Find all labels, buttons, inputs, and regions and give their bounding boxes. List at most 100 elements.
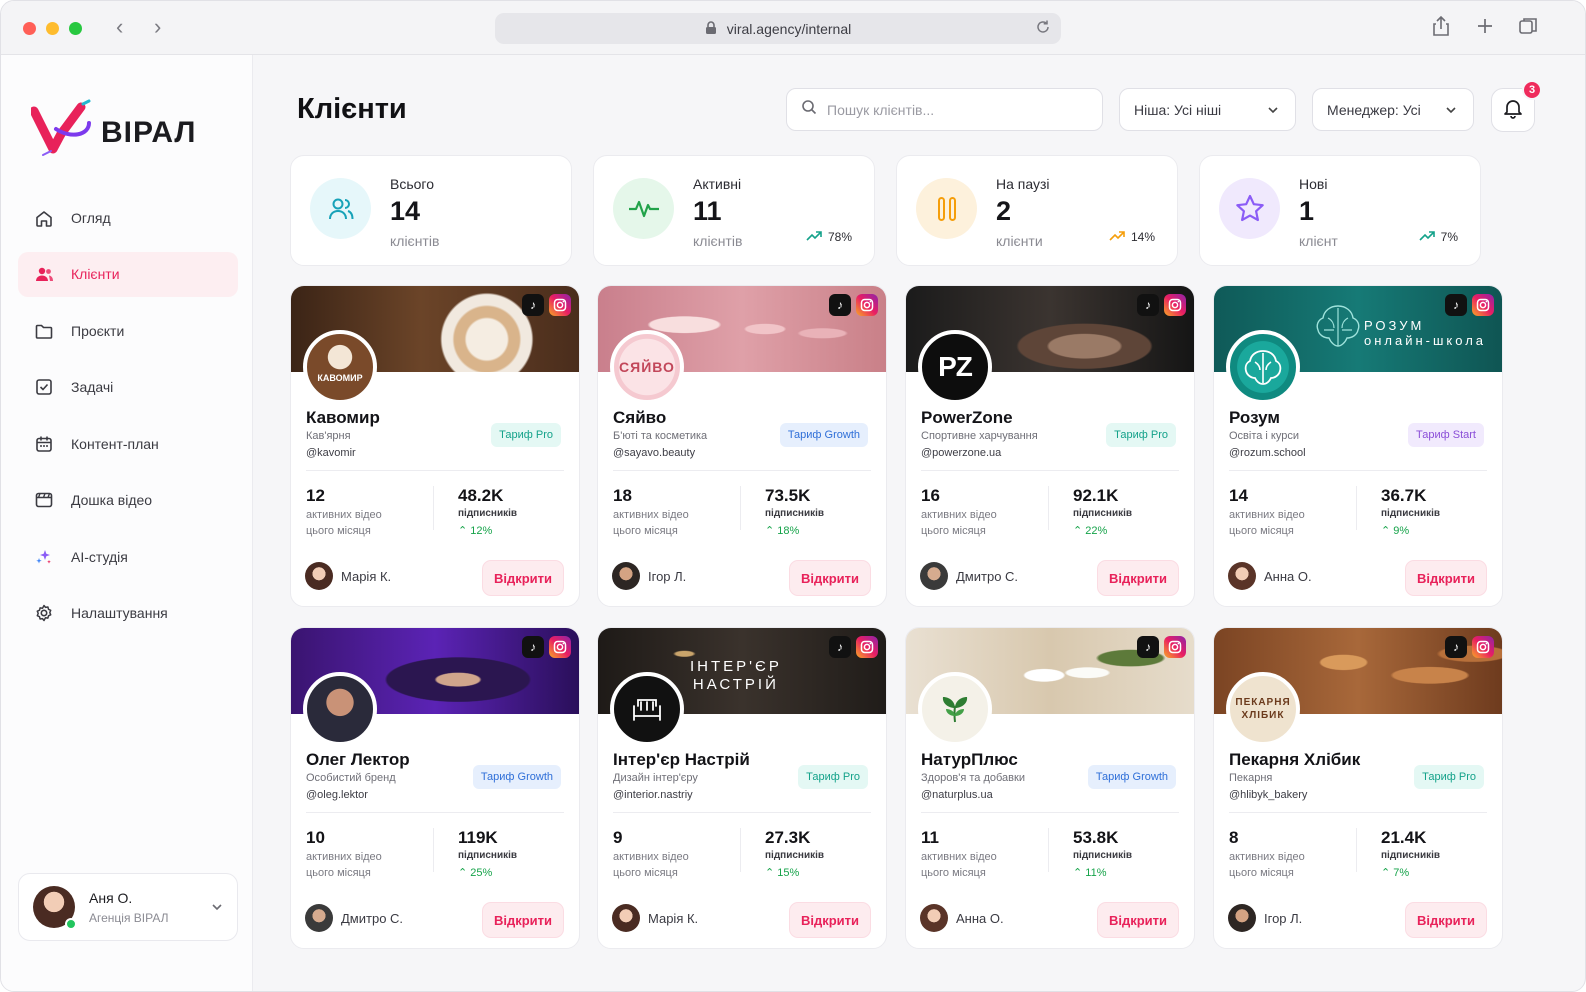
- subscribers-count: 53.8K: [1073, 828, 1119, 847]
- user-card[interactable]: Аня О. Агенція ВІРАЛ: [18, 873, 238, 941]
- stat-card-1: Всього 14 клієнтів: [290, 155, 572, 266]
- sparkles-icon: [34, 547, 71, 567]
- subscribers-label: підписників: [1381, 850, 1441, 861]
- sidebar-item-label: AI-студія: [71, 548, 128, 565]
- instagram-icon[interactable]: [1472, 636, 1494, 658]
- client-handle: @sayavo.beauty: [613, 447, 696, 459]
- instagram-icon[interactable]: [549, 294, 571, 316]
- close-window-button[interactable]: [23, 22, 36, 35]
- client-avatar: [303, 672, 377, 746]
- active-videos-label-line2: цього місяця: [613, 867, 678, 879]
- search-input[interactable]: [827, 101, 1087, 118]
- active-videos-label-line1: активних відео: [613, 851, 689, 863]
- brand-name: ВІРАЛ: [101, 115, 197, 149]
- instagram-icon[interactable]: [549, 636, 571, 658]
- stat-card-3: На паузі 2 клієнти 14%: [896, 155, 1178, 266]
- niche-filter-value: Ніша: Усі ніші: [1134, 101, 1222, 118]
- open-client-button[interactable]: Відкрити: [1097, 902, 1179, 938]
- sidebar-item-4[interactable]: Задачі: [18, 365, 238, 410]
- manager-filter-select[interactable]: Менеджер: Усі: [1312, 88, 1474, 131]
- social-links: ♪: [829, 636, 878, 658]
- new-tab-icon[interactable]: [1475, 15, 1495, 42]
- pause-icon: [916, 178, 977, 239]
- active-videos-count: 11: [921, 828, 939, 847]
- tiktok-icon[interactable]: ♪: [829, 294, 851, 316]
- sidebar: ВІРАЛ Огляд Клієнти Проєкти Задачі Контент-п…: [1, 55, 253, 991]
- brand-logo[interactable]: ВІРАЛ: [29, 99, 197, 166]
- open-client-button[interactable]: Відкрити: [789, 902, 871, 938]
- social-links: ♪: [1137, 294, 1186, 316]
- client-card: ІНТЕР'ЄР НАСТРІЙ ♪ Інтер'єр Настрій Дизайн …: [597, 627, 887, 949]
- back-icon[interactable]: ‹: [116, 15, 123, 39]
- bell-icon: [1503, 97, 1523, 124]
- metrics-divider: [1048, 486, 1049, 530]
- stat-trend-value: 7%: [1440, 230, 1458, 244]
- client-handle: @interior.nastriy: [613, 789, 693, 801]
- niche-filter-select[interactable]: Ніша: Усі ніші: [1119, 88, 1296, 131]
- user-org: Агенція ВІРАЛ: [89, 910, 169, 925]
- stat-label: На паузі: [996, 176, 1050, 192]
- open-client-button[interactable]: Відкрити: [482, 902, 564, 938]
- client-avatar: PZ: [918, 330, 992, 404]
- social-links: ♪: [1445, 636, 1494, 658]
- client-avatar: ПЕКАРНЯ ХЛІБИК: [1226, 672, 1300, 746]
- share-icon[interactable]: [1431, 15, 1451, 42]
- plan-badge: Тариф Pro: [491, 423, 561, 447]
- open-client-button[interactable]: Відкрити: [789, 560, 871, 596]
- subscribers-growth: ⌃ 12%: [458, 524, 492, 537]
- tiktok-icon[interactable]: ♪: [1445, 294, 1467, 316]
- active-videos-label: активних відео цього місяця: [1229, 849, 1305, 881]
- sidebar-item-6[interactable]: Дошка відео: [18, 478, 238, 523]
- stat-trend-value: 14%: [1130, 230, 1155, 244]
- metrics-divider: [1356, 828, 1357, 872]
- instagram-icon[interactable]: [1164, 294, 1186, 316]
- client-name: PowerZone: [921, 408, 1013, 427]
- sidebar-item-1[interactable]: Огляд: [18, 195, 238, 240]
- forward-icon[interactable]: ›: [154, 15, 161, 39]
- open-client-button[interactable]: Відкрити: [1405, 560, 1487, 596]
- arrow-up-icon: ⌃: [1381, 525, 1394, 537]
- stat-label: Всього: [390, 176, 435, 192]
- tiktok-icon[interactable]: ♪: [522, 294, 544, 316]
- open-client-button[interactable]: Відкрити: [1405, 902, 1487, 938]
- instagram-icon[interactable]: [1472, 294, 1494, 316]
- instagram-icon[interactable]: [856, 294, 878, 316]
- instagram-icon[interactable]: [856, 636, 878, 658]
- client-handle: @powerzone.ua: [921, 447, 1002, 459]
- subscribers-growth: ⌃ 22%: [1073, 524, 1107, 537]
- maximize-window-button[interactable]: [69, 22, 82, 35]
- chevron-down-icon[interactable]: [211, 900, 223, 914]
- main-content: Клієнти Ніша: Усі ніші Менеджер: Усі 3 В…: [254, 55, 1585, 991]
- tiktok-icon[interactable]: ♪: [829, 636, 851, 658]
- active-videos-label-line2: цього місяця: [921, 867, 986, 879]
- tiktok-icon[interactable]: ♪: [1445, 636, 1467, 658]
- tabs-overview-icon[interactable]: [1518, 15, 1538, 42]
- sidebar-item-2[interactable]: Клієнти: [18, 251, 238, 297]
- client-category: Кав'ярня: [306, 430, 351, 442]
- reload-icon[interactable]: [1035, 19, 1051, 38]
- subscribers-label: підписників: [765, 850, 825, 861]
- address-bar[interactable]: viral.agency/internal: [495, 13, 1061, 44]
- minimize-window-button[interactable]: [46, 22, 59, 35]
- tiktok-icon[interactable]: ♪: [1137, 636, 1159, 658]
- open-client-button[interactable]: Відкрити: [482, 560, 564, 596]
- sidebar-item-7[interactable]: AI-студія: [18, 534, 238, 579]
- stat-card-4: Нові 1 клієнт 7%: [1199, 155, 1481, 266]
- instagram-icon[interactable]: [1164, 636, 1186, 658]
- sidebar-item-8[interactable]: Налаштування: [18, 591, 238, 636]
- stat-sub: клієнти: [996, 233, 1043, 249]
- search-box[interactable]: [786, 88, 1103, 131]
- active-videos-label: активних відео цього місяця: [613, 507, 689, 539]
- plan-badge: Тариф Growth: [779, 423, 868, 447]
- tiktok-icon[interactable]: ♪: [522, 636, 544, 658]
- sidebar-item-3[interactable]: Проєкти: [18, 308, 238, 353]
- plan-badge: Тариф Pro: [798, 765, 868, 789]
- stat-label: Нові: [1299, 176, 1328, 192]
- sidebar-item-5[interactable]: Контент-план: [18, 421, 238, 466]
- tiktok-icon[interactable]: ♪: [1137, 294, 1159, 316]
- notifications-button[interactable]: 3: [1491, 80, 1542, 132]
- client-card: ♪ КАВОМИР Кавомир Кав'ярня @kavomir Тариф Pro…: [290, 285, 580, 607]
- open-client-button[interactable]: Відкрити: [1097, 560, 1179, 596]
- sidebar-nav: Огляд Клієнти Проєкти Задачі Контент-план Дош…: [18, 195, 238, 647]
- plan-badge: Тариф Pro: [1414, 765, 1484, 789]
